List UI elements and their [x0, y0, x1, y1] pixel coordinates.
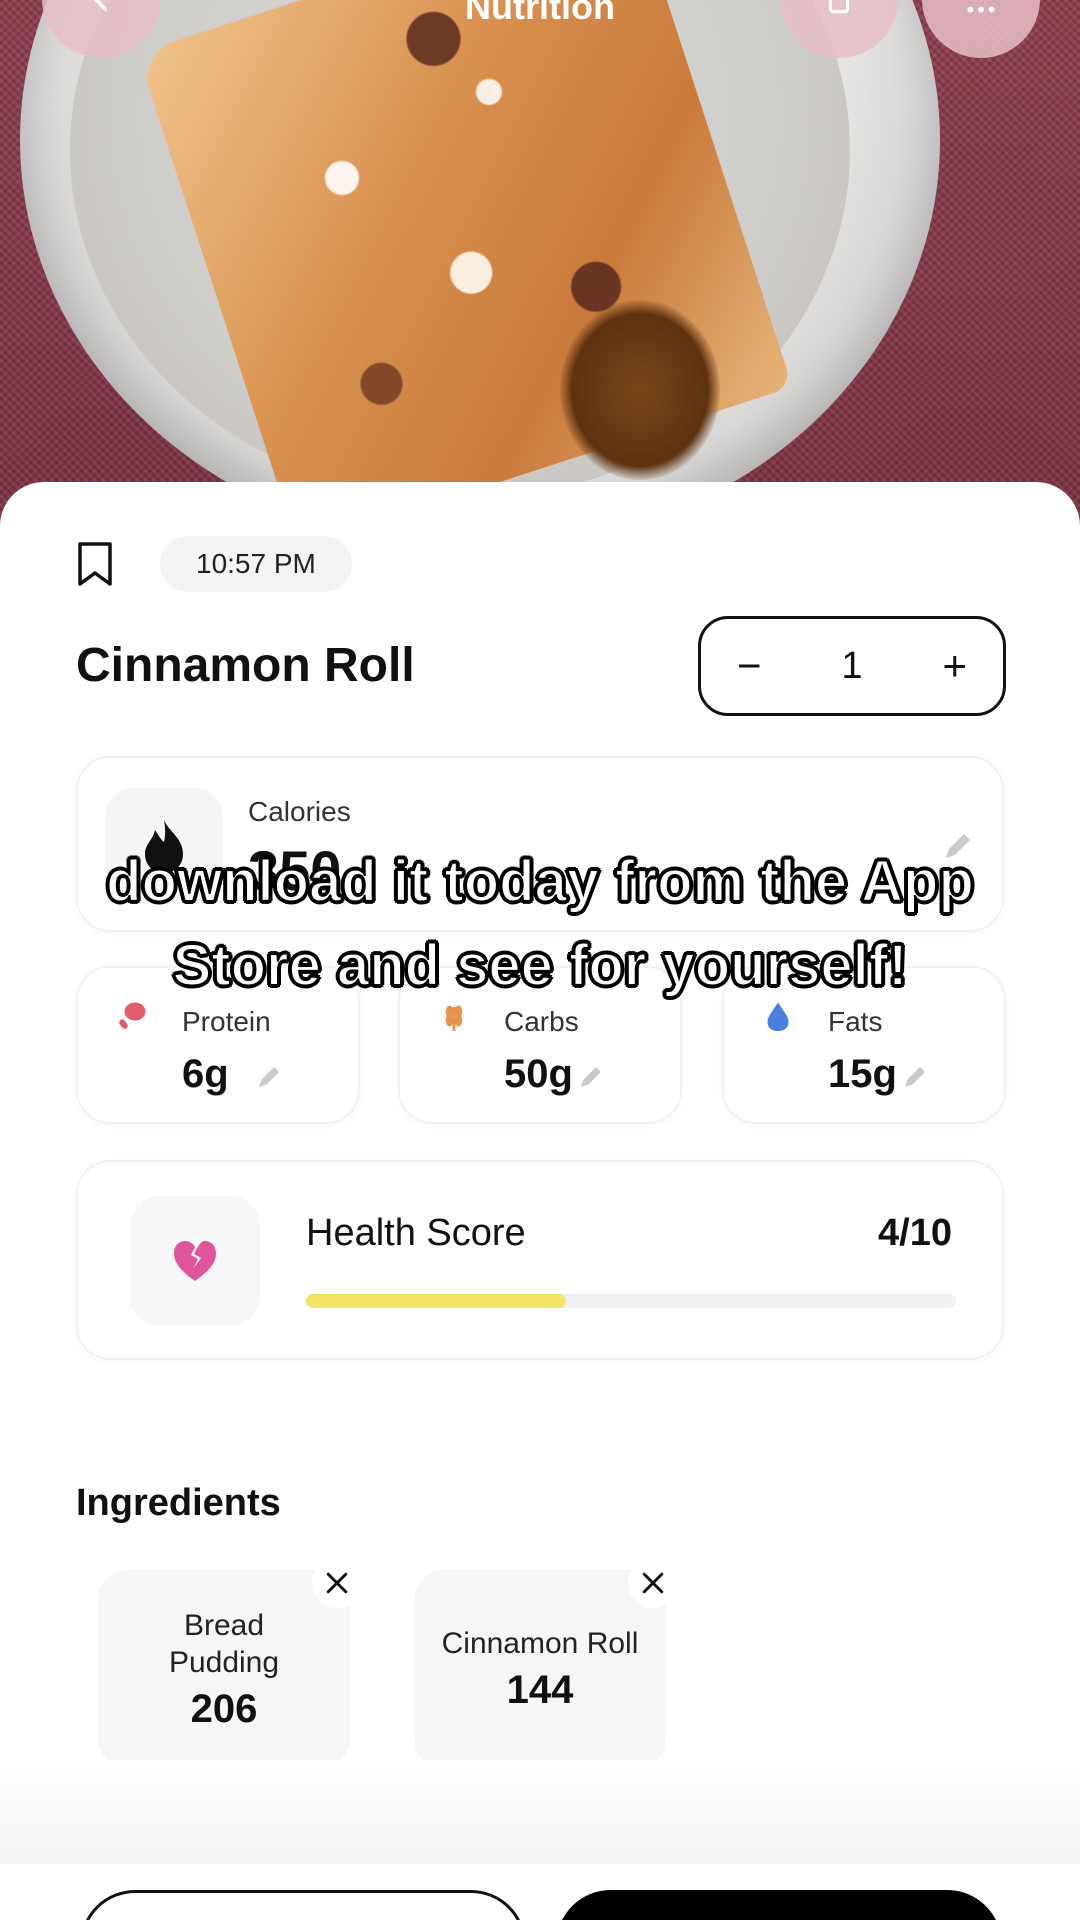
close-icon	[642, 1572, 664, 1594]
quantity-stepper: − 1 +	[698, 616, 1006, 716]
time-badge: 10:57 PM	[160, 536, 352, 592]
ingredients-title: Ingredients	[76, 1482, 281, 1524]
health-icon-box	[130, 1196, 260, 1326]
food-photo	[0, 0, 1080, 540]
video-caption: download it today from the App Store and…	[105, 848, 975, 999]
pencil-icon	[259, 1067, 279, 1087]
ingredient-card[interactable]: Bread Pudding 206	[98, 1570, 350, 1768]
carbs-edit-button[interactable]	[576, 1062, 606, 1097]
page-title: Nutrition	[465, 0, 615, 27]
remove-ingredient-button[interactable]	[628, 1558, 678, 1608]
broken-heart-icon	[174, 1241, 216, 1281]
decrement-button[interactable]: −	[737, 642, 762, 690]
ingredient-calories: 206	[190, 1686, 258, 1731]
meta-row: 10:57 PM	[76, 536, 352, 592]
fats-label: Fats	[828, 1006, 883, 1037]
secondary-action-button[interactable]	[80, 1890, 526, 1920]
ingredient-name: Cinnamon Roll	[441, 1627, 639, 1660]
health-score-value: 4/10	[878, 1212, 952, 1254]
fats-edit-button[interactable]	[900, 1062, 930, 1097]
ingredient-card[interactable]: Cinnamon Roll 144	[414, 1570, 666, 1768]
health-score-card: Health Score 4/10	[76, 1160, 1004, 1360]
ingredient-calories: 144	[506, 1668, 574, 1712]
pencil-icon	[905, 1067, 925, 1087]
increment-button[interactable]: +	[942, 642, 967, 690]
fats-value: 15g	[828, 1052, 897, 1096]
ellipsis-icon	[967, 6, 995, 13]
protein-label: Protein	[182, 1006, 271, 1037]
carbs-value: 50g	[504, 1052, 573, 1096]
syrup	[560, 300, 720, 480]
close-icon	[326, 1572, 348, 1594]
health-score-track	[306, 1294, 956, 1308]
share-icon	[828, 0, 850, 14]
ingredient-name: Bread Pudding	[168, 1608, 280, 1679]
remove-ingredient-button[interactable]	[312, 1558, 362, 1608]
protein-edit-button[interactable]	[254, 1062, 284, 1097]
bookmark-icon	[78, 542, 112, 586]
bottom-fade	[0, 1760, 1080, 1864]
health-score-label: Health Score	[306, 1212, 526, 1254]
health-score-fill	[306, 1294, 566, 1308]
quantity-value: 1	[841, 644, 863, 687]
carbs-label: Carbs	[504, 1006, 579, 1037]
pencil-icon	[581, 1067, 601, 1087]
calories-label: Calories	[248, 796, 351, 827]
protein-value: 6g	[182, 1052, 229, 1096]
primary-action-button[interactable]	[556, 1890, 1002, 1920]
food-name: Cinnamon Roll	[76, 639, 415, 692]
bookmark-button[interactable]	[76, 540, 114, 588]
